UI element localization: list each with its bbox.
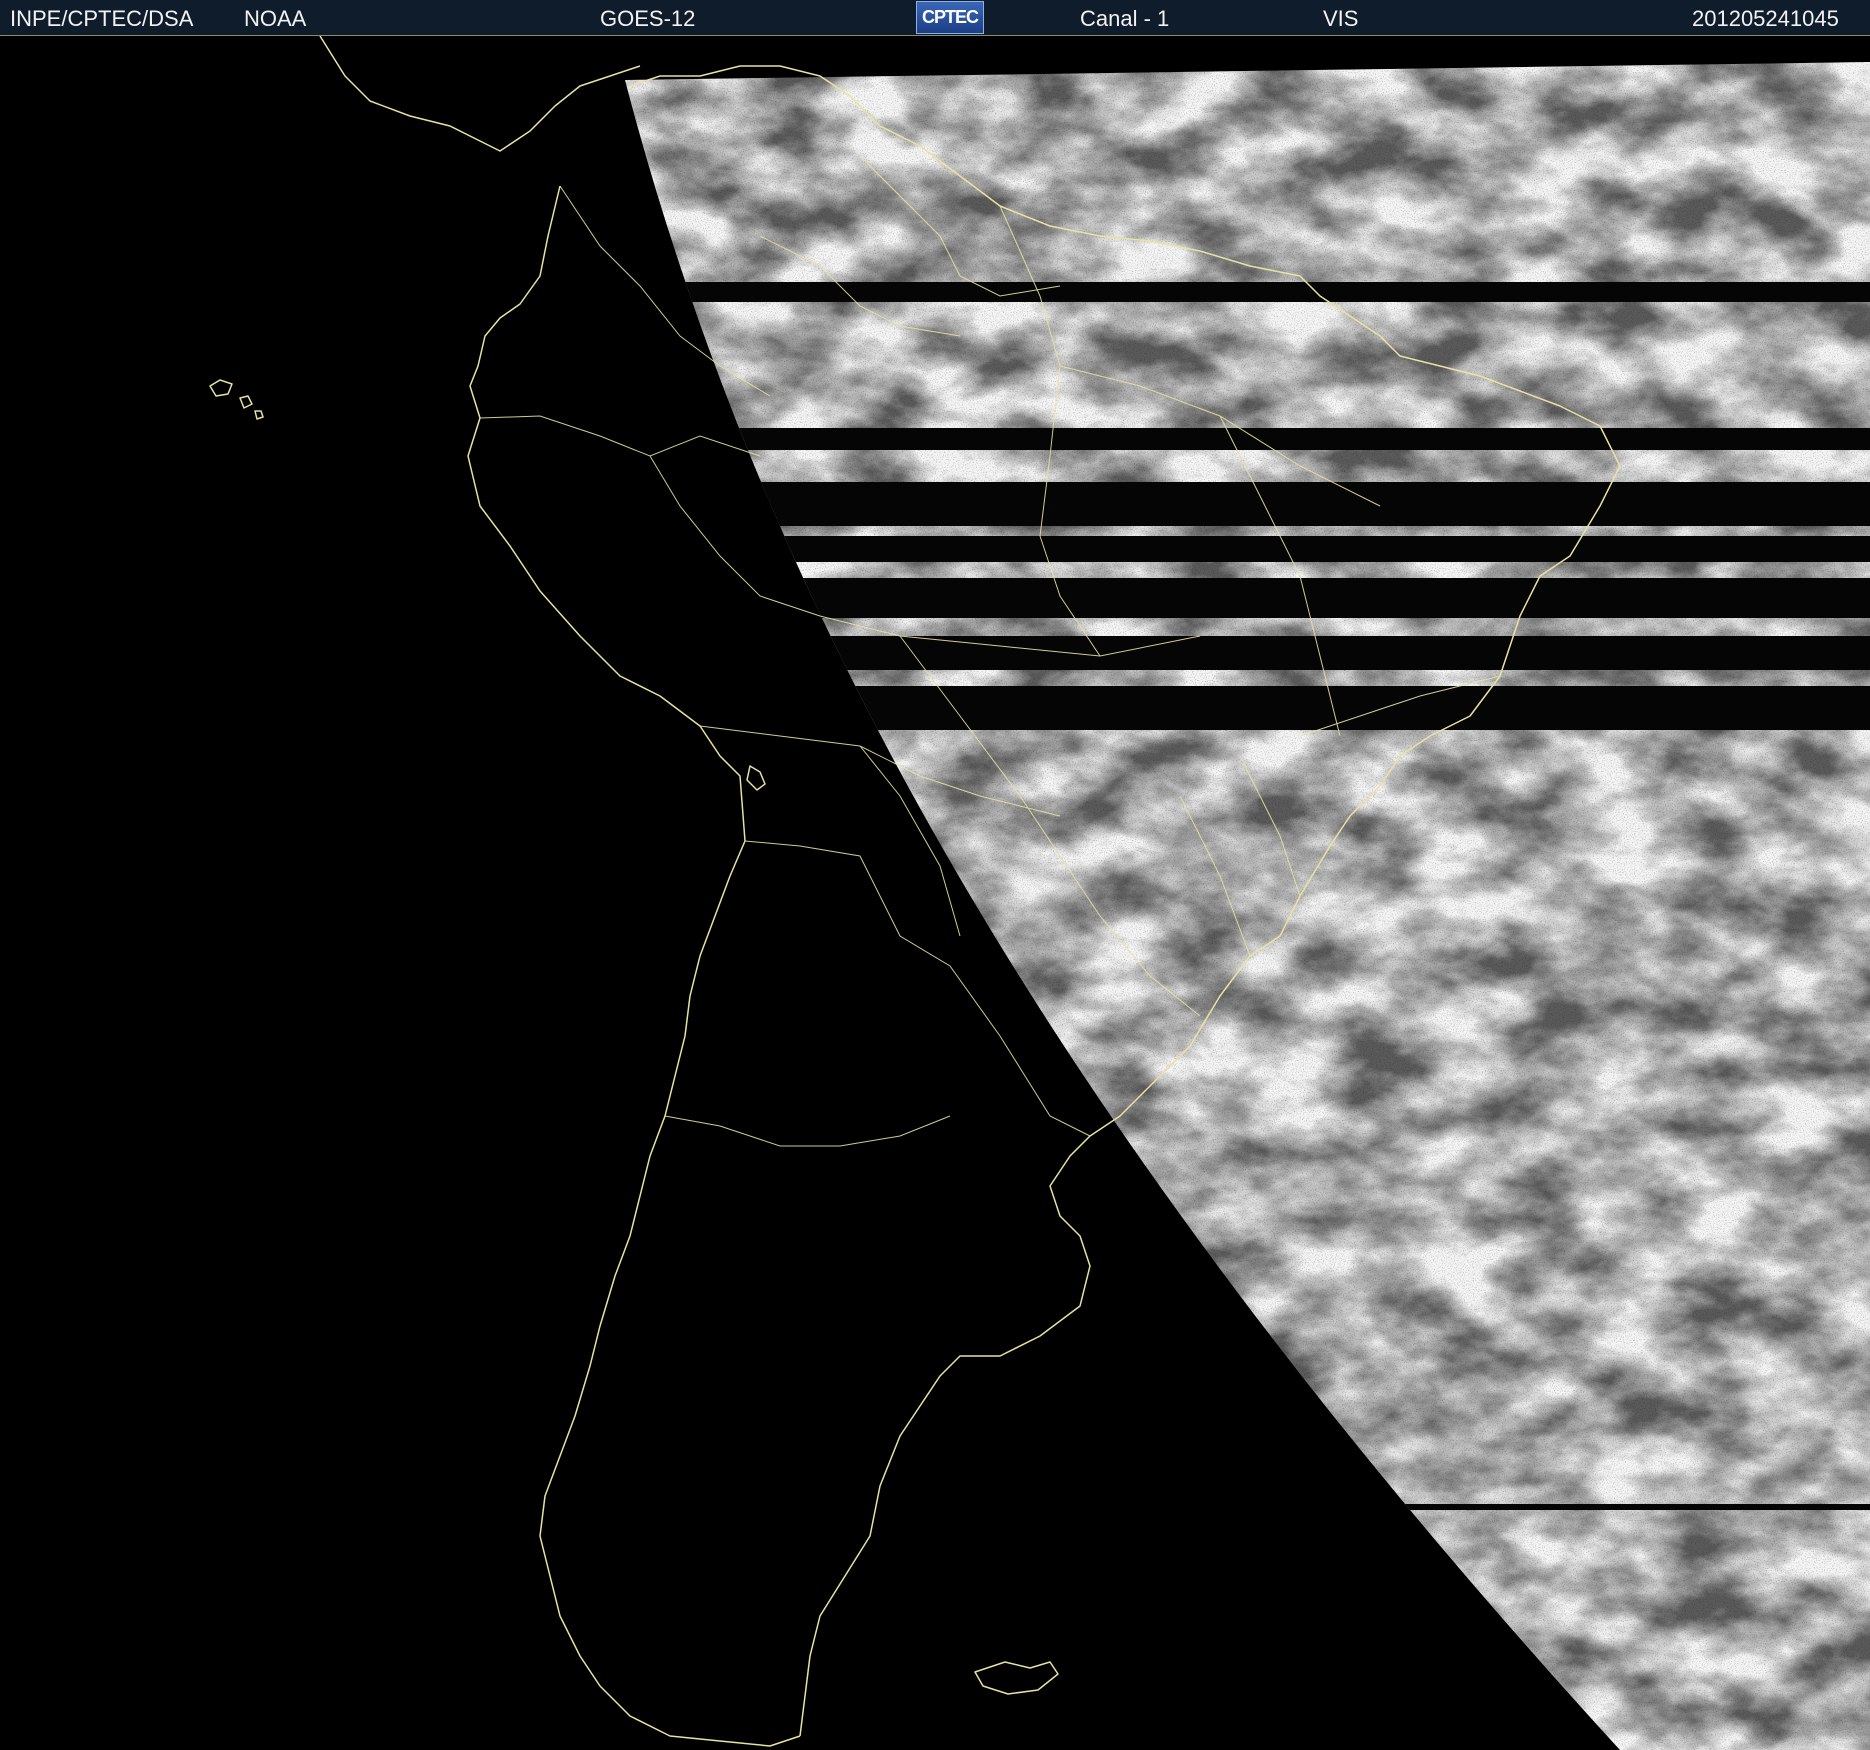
operator-label: NOAA — [244, 6, 307, 31]
image-header-bar: INPE/CPTEC/DSA NOAA GOES-12 CPTEC Canal … — [0, 0, 1870, 36]
agency-label: INPE/CPTEC/DSA — [10, 6, 194, 31]
satellite-label: GOES-12 — [600, 6, 696, 31]
cptec-logo-icon: CPTEC — [916, 1, 984, 34]
channel-label: Canal - 1 — [1080, 6, 1170, 31]
timestamp-label: 201205241045 — [1692, 6, 1839, 31]
satellite-map — [0, 36, 1870, 1750]
band-label: VIS — [1323, 6, 1359, 31]
